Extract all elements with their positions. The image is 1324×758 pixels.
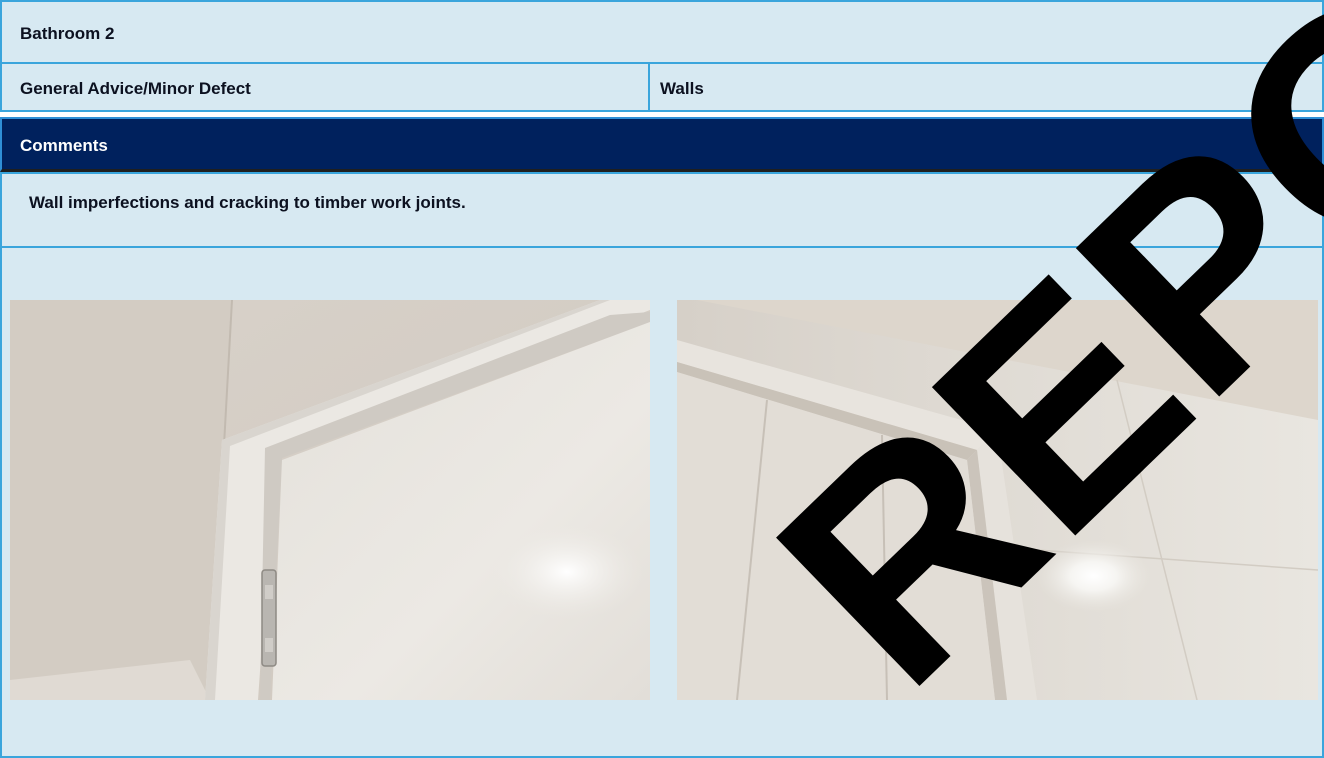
report-section: Bathroom 2 General Advice/Minor Defect W… <box>0 0 1324 758</box>
comments-header: Comments <box>0 117 1324 172</box>
comments-text: Wall imperfections and cracking to timbe… <box>29 193 466 212</box>
comments-heading: Comments <box>20 136 108 155</box>
comments-body: Wall imperfections and cracking to timbe… <box>0 172 1324 248</box>
defect-category: General Advice/Minor Defect <box>20 79 251 98</box>
section-title: Bathroom 2 <box>20 24 115 43</box>
section-title-row: Bathroom 2 <box>0 0 1324 64</box>
photo-door-frame-hinge <box>10 300 650 700</box>
photo-door-frame-glare <box>677 300 1318 700</box>
door-frame-image <box>677 300 1318 700</box>
category-cell: General Advice/Minor Defect <box>0 62 650 112</box>
location-cell: Walls <box>648 62 1324 112</box>
door-frame-image <box>10 300 650 700</box>
defect-location: Walls <box>660 79 704 98</box>
